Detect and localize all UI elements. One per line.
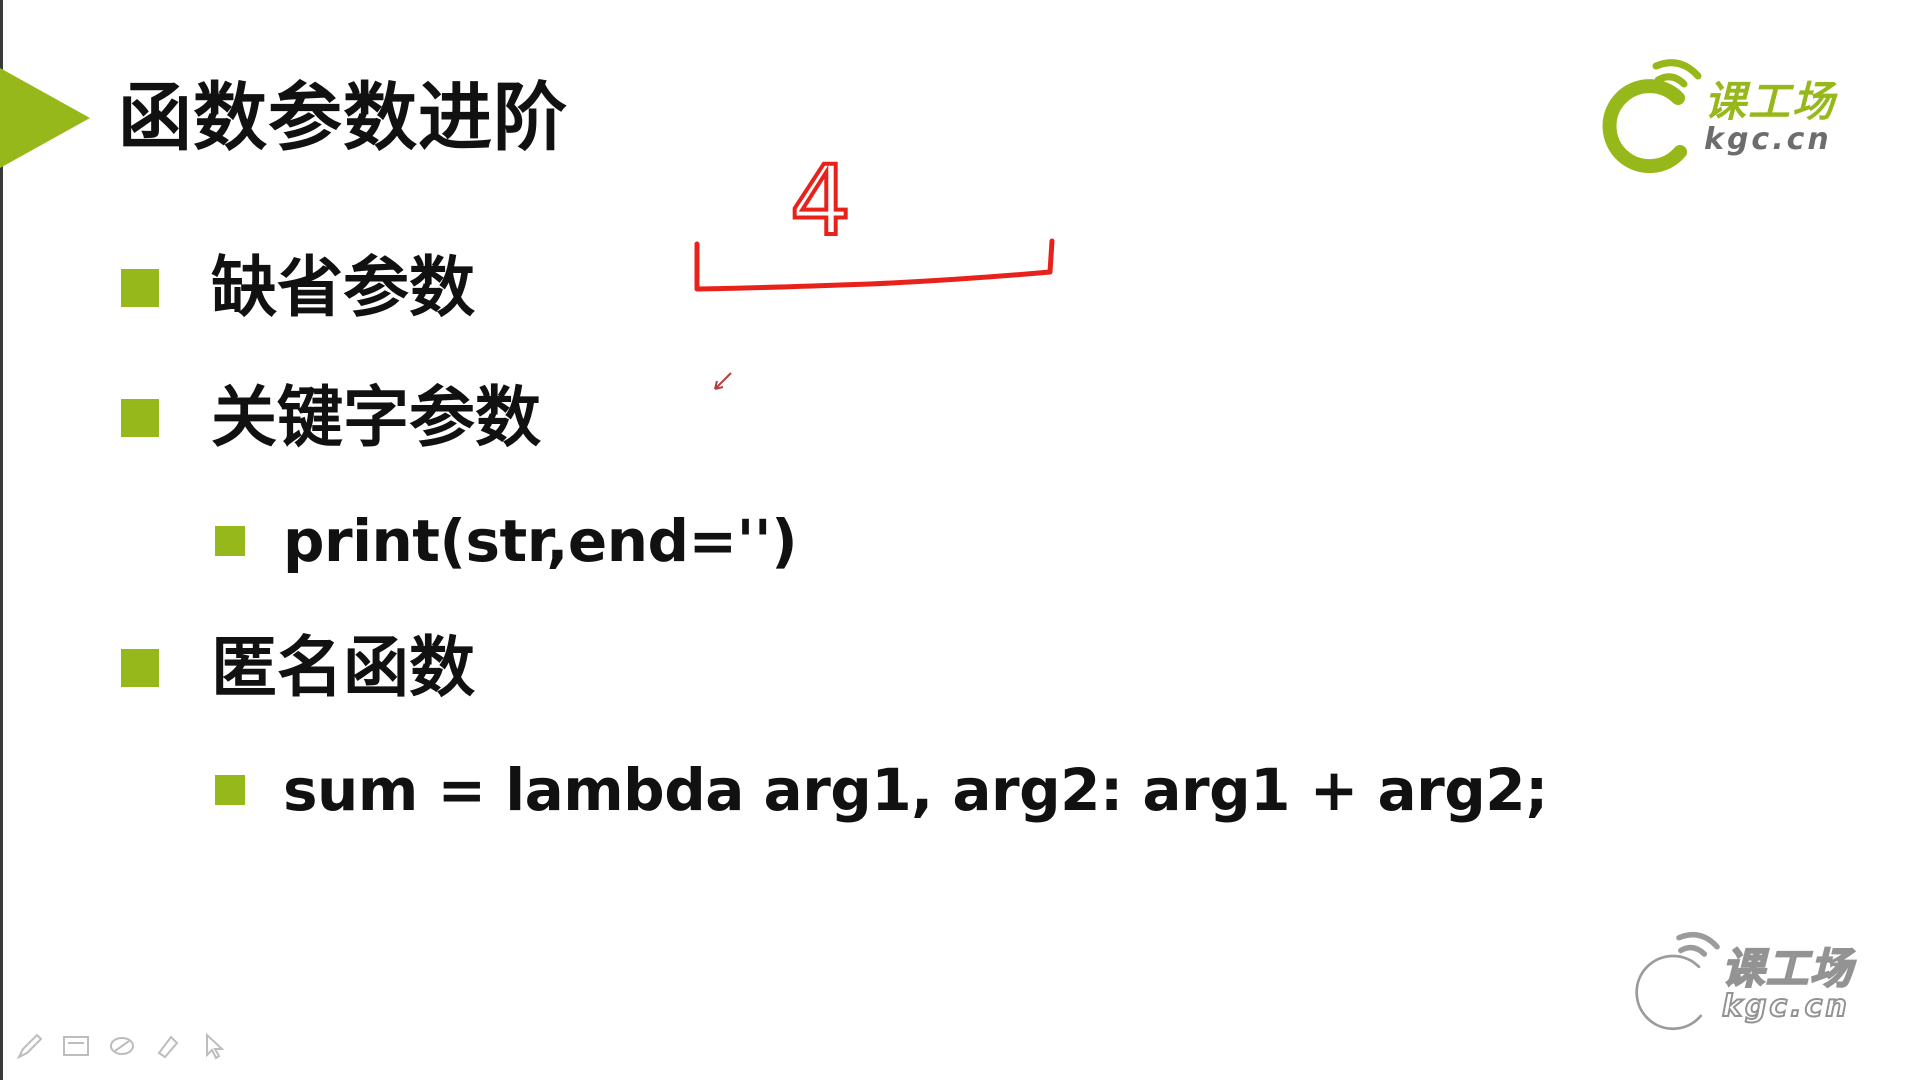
- bullet-text: 匿名函数: [211, 629, 475, 706]
- bullet-keyword-params: 关键字参数: [121, 378, 541, 458]
- kgc-watermark-logo: 课工场 kgc.cn: [1628, 930, 1854, 1040]
- slide: 函数参数进阶 缺省参数 关键字参数 print(str,end='') 匿名函数…: [0, 0, 1920, 1080]
- bullet-anonymous-function: 匿名函数: [121, 628, 475, 708]
- watermark-brand-cn: 课工场: [1721, 944, 1855, 993]
- ink-bracket-stroke: [694, 238, 1055, 292]
- presentation-toolbar: [14, 1030, 230, 1062]
- bullet-text: sum = lambda arg1, arg2: arg1 + arg2;: [283, 756, 1548, 824]
- logo-brand-en: kgc.cn: [1704, 122, 1832, 157]
- title-triangle-marker: [0, 68, 90, 168]
- bullet-text: 关键字参数: [211, 379, 541, 456]
- bullet-square-icon: [121, 269, 159, 307]
- sub-bullet-lambda-example: sum = lambda arg1, arg2: arg1 + arg2;: [215, 754, 1548, 826]
- slide-title: 函数参数进阶: [118, 75, 568, 161]
- bullet-square-icon: [215, 526, 245, 556]
- arrow-pointer-icon: [206, 1032, 225, 1060]
- pen-cursor-icon: [714, 372, 732, 390]
- highlighter-tool-button[interactable]: [152, 1030, 184, 1062]
- eraser-tool-button[interactable]: [106, 1030, 138, 1062]
- kgc-c-wave-watermark-icon: [1629, 932, 1720, 1036]
- arrow-tool-button[interactable]: [198, 1030, 230, 1062]
- highlighter-icon: [157, 1035, 179, 1059]
- screen-tool-button[interactable]: [60, 1030, 92, 1062]
- sub-bullet-print-example: print(str,end=''): [215, 505, 798, 577]
- pen-icon: [16, 1033, 43, 1060]
- eraser-shape-icon: [110, 1037, 134, 1055]
- bullet-text: print(str,end=''): [283, 507, 798, 575]
- bullet-square-icon: [121, 649, 159, 687]
- watermark-brand-en: kgc.cn: [1721, 989, 1850, 1024]
- screen-icon: [63, 1036, 89, 1056]
- kgc-logo: 课工场 kgc.cn: [1600, 58, 1836, 178]
- logo-brand-cn: 课工场: [1704, 77, 1837, 126]
- bullet-square-icon: [215, 775, 245, 805]
- bullet-text: 缺省参数: [211, 249, 475, 326]
- kgc-c-wave-icon: [1602, 59, 1702, 174]
- pen-tool-button[interactable]: [14, 1030, 46, 1062]
- bullet-square-icon: [121, 399, 159, 437]
- bullet-default-params: 缺省参数: [121, 248, 475, 328]
- ink-handwritten-number: 4: [790, 145, 851, 257]
